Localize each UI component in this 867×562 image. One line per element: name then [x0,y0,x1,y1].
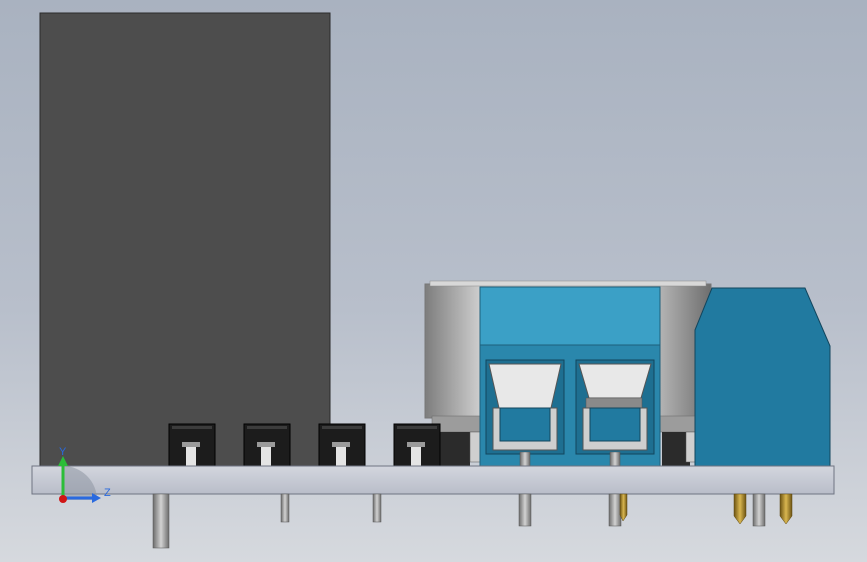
header-pin [318,423,366,467]
triad-origin [59,495,67,503]
cad-viewport[interactable]: Y Z [0,0,867,562]
triad-z-label: Z [104,487,111,499]
terminal-screw-slot[interactable] [485,359,565,455]
pcb-board[interactable] [31,465,835,495]
through-hole-leads [152,493,793,549]
header-pin [168,423,216,467]
header-pin [243,423,291,467]
terminal-screw-slot[interactable] [575,359,655,455]
header-pin [393,423,441,467]
triad-y-label: Y [59,446,67,458]
relay-housing[interactable] [39,12,331,469]
terminal-block[interactable] [479,286,661,467]
side-connector[interactable] [694,287,831,467]
